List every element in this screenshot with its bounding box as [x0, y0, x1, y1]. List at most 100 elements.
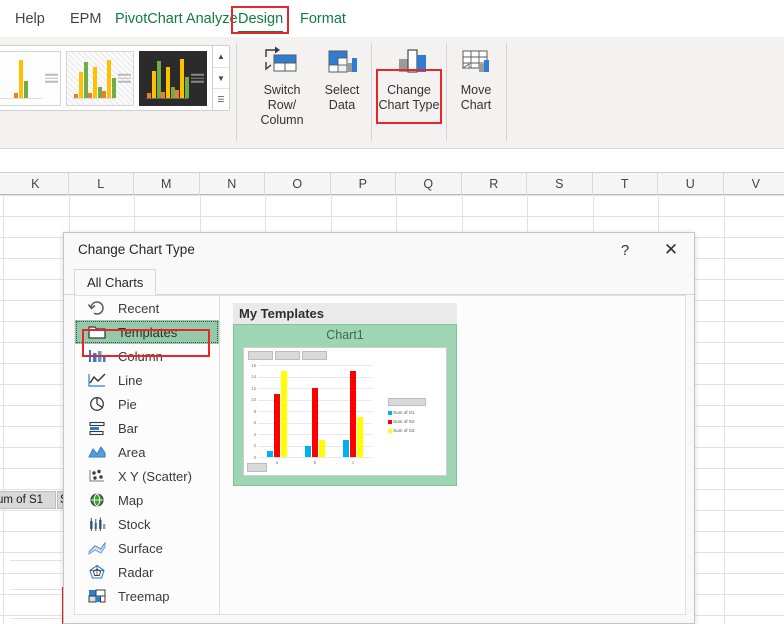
column-header-k[interactable]: K: [3, 173, 69, 195]
formula-bar-strip: [0, 149, 784, 173]
select-data-label-line2: Data: [328, 98, 356, 112]
chart-type-item-pie[interactable]: Pie: [75, 392, 219, 416]
dialog-title: Change Chart Type: [78, 242, 195, 257]
select-data-button[interactable]: Select Data: [318, 45, 366, 113]
ribbon-tab-help[interactable]: Help: [15, 11, 45, 27]
chart-bar: [312, 388, 318, 457]
chart-style-thumbnail-1[interactable]: [0, 50, 61, 106]
chart-type-item-label: Pie: [118, 396, 137, 412]
chart-type-item-label: Templates: [118, 324, 178, 340]
map-chart-icon: [87, 492, 109, 509]
column-header-t[interactable]: T: [593, 173, 658, 195]
chart-type-item-column[interactable]: Column: [75, 344, 219, 368]
gallery-scroll-up-icon[interactable]: ▲: [213, 46, 229, 68]
chart-type-item-recent[interactable]: Recent: [75, 296, 219, 320]
move-chart-icon: [461, 50, 489, 72]
pivot-field-button-2[interactable]: [275, 351, 300, 360]
column-header-s[interactable]: S: [527, 173, 593, 195]
template-chart-preview: 0 2 4 6 8 10 12 14 16 a b c Sum of S1 Sum of S2 Sum of…: [243, 347, 447, 476]
chart-bar: [319, 439, 325, 457]
pivot-field-button-3[interactable]: [302, 351, 327, 360]
dialog-help-button[interactable]: ?: [602, 233, 648, 267]
switch-row-column-label-line1: Switch Row/: [263, 83, 301, 112]
surface-chart-icon: [87, 540, 109, 557]
column-header-r[interactable]: R: [462, 173, 527, 195]
chart-bar: [281, 370, 287, 457]
chart-type-item-bar[interactable]: Bar: [75, 416, 219, 440]
legend-label: Sum of S3: [393, 427, 415, 433]
chart-type-item-label: X Y (Scatter): [118, 468, 192, 484]
x-axis-category-label: b: [313, 460, 317, 465]
column-header-o[interactable]: O: [265, 173, 331, 195]
move-chart-label-line1: Move: [460, 83, 492, 97]
ribbon-separator-3: [446, 43, 447, 141]
ribbon-separator-1: [236, 43, 237, 141]
chart-type-item-map[interactable]: Map: [75, 488, 219, 512]
chart-type-item-x-y-scatter[interactable]: X Y (Scatter): [75, 464, 219, 488]
column-chart-icon: [87, 348, 109, 365]
chart-type-item-label: Treemap: [118, 588, 170, 604]
chart-type-item-surface[interactable]: Surface: [75, 536, 219, 560]
chart-bar: [343, 439, 349, 457]
ribbon-tab-pivotchart-analyze[interactable]: PivotChart Analyze: [115, 11, 238, 27]
chart-bar: [357, 416, 363, 457]
chart-styles-gallery[interactable]: [0, 45, 220, 111]
change-chart-type-label-line2: Chart Type: [378, 98, 440, 112]
ribbon-tab-design[interactable]: Design: [238, 11, 284, 33]
chart-type-item-label: Column: [118, 348, 163, 364]
ribbon-tab-pivotchart-analyze-label: PivotChart Analyze: [115, 11, 238, 27]
column-header-m[interactable]: M: [134, 173, 200, 195]
bar-chart-icon: [87, 420, 109, 437]
gallery-more-icon[interactable]: ☰: [213, 89, 229, 110]
tab-all-charts[interactable]: All Charts: [74, 269, 157, 295]
template-card-title: Chart1: [326, 328, 364, 342]
chart-type-list[interactable]: Recent Templates Column Line Pie Bar Area X Y (…: [75, 296, 220, 614]
switch-row-column-button[interactable]: Switch Row/ Column: [248, 45, 316, 128]
column-header-q[interactable]: Q: [396, 173, 462, 195]
column-header-v[interactable]: V: [724, 173, 784, 195]
gallery-scroll-buttons[interactable]: ▲ ▼ ☰: [212, 45, 230, 111]
change-chart-type-dialog: Change Chart Type ? ✕ All Charts Recent T…: [63, 232, 696, 624]
chart-gridline: [258, 365, 372, 366]
ribbon-tab-strip: Help EPM PivotChart Analyze Design Forma…: [0, 0, 784, 37]
excel-window: Help EPM PivotChart Analyze Design Forma…: [0, 0, 784, 624]
column-header-n[interactable]: N: [200, 173, 265, 195]
pivot-field-button-1[interactable]: [248, 351, 273, 360]
template-card-chart1[interactable]: Chart1 0 2 4 6 8 10 12 14 16 a b c Sum of S1 Sum of S…: [233, 324, 457, 486]
recent-icon: [87, 300, 109, 317]
change-chart-type-icon: [398, 49, 426, 73]
chart-type-item-stock[interactable]: Stock: [75, 512, 219, 536]
ribbon-tab-help-label: Help: [15, 11, 45, 27]
chart-style-thumbnail-2[interactable]: [66, 50, 134, 106]
gallery-scroll-down-icon[interactable]: ▼: [213, 68, 229, 90]
column-header-l[interactable]: L: [69, 173, 134, 195]
close-icon[interactable]: ✕: [648, 233, 694, 267]
legend-swatch: [388, 411, 392, 415]
chart-type-item-treemap[interactable]: Treemap: [75, 584, 219, 608]
move-chart-button[interactable]: Move Chart: [452, 45, 500, 113]
y-axis-tick-label: 14: [251, 374, 256, 379]
switch-row-column-icon: [265, 46, 297, 72]
chart-style-thumbnail-3[interactable]: [139, 50, 207, 106]
chart-type-item-templates[interactable]: Templates: [75, 320, 219, 344]
pivot-header-sum-of-s1: um of S1: [0, 491, 56, 509]
column-header-p[interactable]: P: [331, 173, 396, 195]
select-data-label-line1: Select: [324, 83, 360, 97]
change-chart-type-button[interactable]: Change Chart Type: [378, 45, 440, 113]
chart-type-item-label: Bar: [118, 420, 139, 436]
y-axis-tick-label: 8: [253, 408, 256, 414]
chart-corner-filter-button[interactable]: [247, 463, 267, 472]
chart-type-item-label: Map: [118, 492, 144, 508]
legend-title: [388, 398, 426, 406]
ribbon-tab-format[interactable]: Format: [300, 11, 346, 27]
chart-type-item-area[interactable]: Area: [75, 440, 219, 464]
ribbon-body: ▲ ▼ ☰ Switch Row/ Column Select Data Cha…: [0, 37, 784, 171]
ribbon-tab-epm[interactable]: EPM: [70, 11, 101, 27]
chart-type-item-line[interactable]: Line: [75, 368, 219, 392]
change-chart-type-label-line1: Change: [387, 83, 431, 97]
column-header-u[interactable]: U: [658, 173, 724, 195]
chart-type-item-radar[interactable]: Radar: [75, 560, 219, 584]
thumbnail-legend-icon: [45, 72, 58, 85]
chart-type-item-label: Stock: [118, 516, 151, 532]
active-tab-underline: [238, 30, 284, 33]
